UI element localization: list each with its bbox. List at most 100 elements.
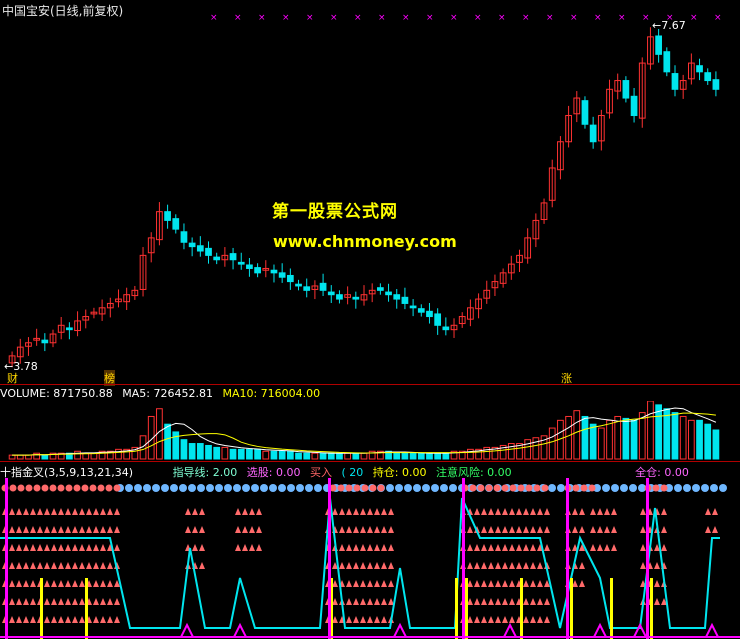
- buy-arrow: [100, 616, 106, 623]
- buy-arrow: [381, 544, 387, 551]
- volume-bar-down: [622, 417, 630, 460]
- candle-down: [319, 282, 327, 291]
- signal-dot: [17, 484, 25, 492]
- watermark-line-2: www.chnmoney.com: [273, 232, 457, 251]
- volume-bar-up: [8, 454, 16, 460]
- signal-dot: [580, 484, 588, 492]
- buy-arrow: [388, 580, 394, 587]
- buy-arrow: [44, 544, 50, 551]
- buy-arrow: [79, 616, 85, 623]
- signal-ball: [620, 484, 628, 492]
- buy-arrow: [367, 598, 373, 605]
- indicator-chart[interactable]: [0, 478, 740, 639]
- signal-ball: [449, 484, 457, 492]
- buy-arrow: [58, 598, 64, 605]
- volume-bar-down: [327, 452, 335, 460]
- buy-arrow: [488, 544, 494, 551]
- hold-bar: [40, 578, 43, 639]
- volume-bar-down: [581, 415, 589, 460]
- buy-arrow: [16, 580, 22, 587]
- signal-dot: [485, 484, 493, 492]
- buy-arrow: [72, 580, 78, 587]
- signal-dot: [572, 484, 580, 492]
- hold-bar: [465, 578, 468, 639]
- buy-arrow: [467, 544, 473, 551]
- signal-x-marker: ×: [690, 13, 698, 23]
- signal-dot: [377, 484, 385, 492]
- buy-arrow: [79, 580, 85, 587]
- buy-arrow: [114, 526, 120, 533]
- signal-dot: [533, 484, 541, 492]
- candle-down: [401, 296, 409, 304]
- buy-arrow: [107, 598, 113, 605]
- buy-arrow: [360, 526, 366, 533]
- buy-arrow: [467, 562, 473, 569]
- buy-arrow: [23, 526, 29, 533]
- buy-arrow: [256, 544, 262, 551]
- buy-arrow: [249, 544, 255, 551]
- volume-label: VOLUME: 871750.88: [0, 387, 113, 400]
- signal-dot: [353, 484, 361, 492]
- buy-arrow: [509, 544, 515, 551]
- risk-spike: [503, 622, 517, 638]
- signal-ball: [278, 484, 286, 492]
- buy-arrow: [495, 580, 501, 587]
- buy-arrow: [705, 526, 711, 533]
- buy-arrow: [72, 598, 78, 605]
- volume-bar-up: [597, 427, 605, 460]
- buy-arrow: [332, 508, 338, 515]
- buy-arrow: [58, 580, 64, 587]
- buy-arrow: [9, 598, 15, 605]
- signal-ball: [251, 484, 259, 492]
- candle-down: [712, 79, 720, 90]
- hold-bar: [650, 578, 653, 639]
- signal-ball: [233, 484, 241, 492]
- buy-arrow: [9, 526, 15, 533]
- signal-x-marker: ×: [426, 13, 434, 23]
- buy-arrow: [353, 526, 359, 533]
- buy-arrow: [374, 526, 380, 533]
- volume-bar-down: [671, 412, 679, 460]
- signal-dot: [493, 484, 501, 492]
- candle-down: [336, 294, 343, 300]
- buy-arrow: [23, 562, 29, 569]
- buy-arrow: [65, 526, 71, 533]
- buy-arrow: [481, 508, 487, 515]
- buy-arrow: [381, 508, 387, 515]
- buy-arrow: [579, 580, 585, 587]
- buy-arrow: [597, 508, 603, 515]
- signal-dot: [361, 484, 369, 492]
- candle-down: [696, 65, 703, 73]
- candle-down: [327, 291, 335, 296]
- buy-arrow: [100, 580, 106, 587]
- signal-ball: [179, 484, 187, 492]
- signal-dot: [345, 484, 353, 492]
- buy-arrow: [100, 544, 106, 551]
- buy-arrow: [481, 562, 487, 569]
- candle-down: [426, 310, 433, 318]
- buy-arrow: [79, 526, 85, 533]
- buy-arrow: [51, 616, 57, 623]
- buy-arrow: [640, 508, 646, 515]
- buy-arrow: [100, 526, 106, 533]
- buy-arrow: [537, 598, 543, 605]
- risk-spike: [633, 622, 647, 638]
- buy-arrow: [353, 544, 359, 551]
- buy-arrow: [495, 598, 501, 605]
- buy-arrow: [474, 616, 480, 623]
- risk-spike: [705, 622, 719, 638]
- buy-arrow: [339, 508, 345, 515]
- chart-window: 中国宝安(日线,前复权) × × × × × × × × × × × × × × × × × × × × × × 第一股票…: [0, 0, 740, 639]
- signal-x-marker: ×: [306, 13, 314, 23]
- candle-down: [205, 247, 212, 256]
- buy-arrow: [58, 616, 64, 623]
- volume-chart[interactable]: [0, 401, 740, 461]
- buy-arrow: [93, 544, 99, 551]
- signal-x-marker: ×: [378, 13, 386, 23]
- buy-arrow: [712, 526, 718, 533]
- buy-arrow: [199, 508, 205, 515]
- price-chart[interactable]: × × × × × × × × × × × × × × × × × × × × × ×: [0, 0, 740, 383]
- volume-bar-down: [180, 439, 188, 460]
- candle-down: [630, 95, 638, 117]
- candle-down: [589, 124, 597, 143]
